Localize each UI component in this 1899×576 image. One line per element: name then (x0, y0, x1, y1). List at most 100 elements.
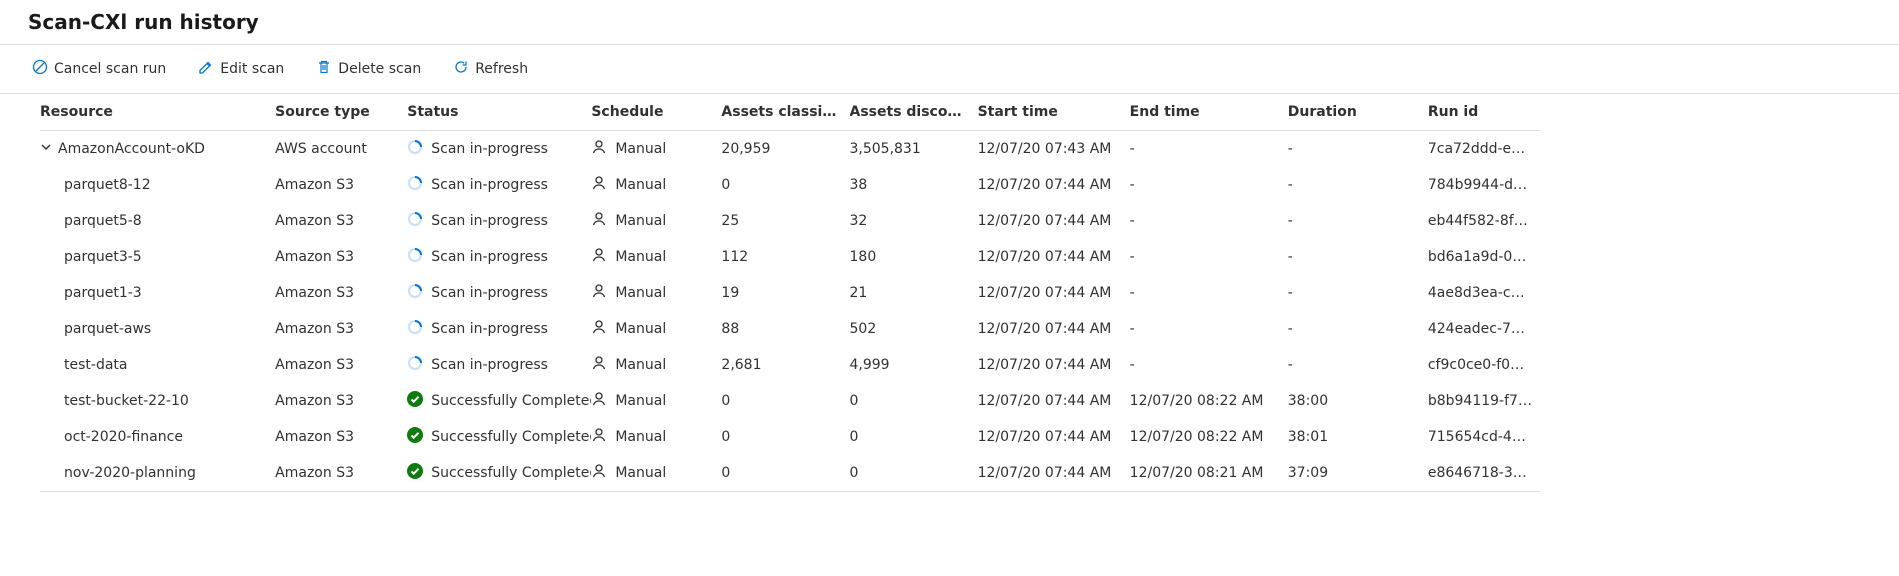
status-label: Successfully Completed (431, 465, 591, 481)
assets-discovered: 0 (850, 383, 978, 419)
table-row[interactable]: parquet1-3Amazon S3Scan in-progressManua… (40, 275, 1540, 311)
table-row[interactable]: parquet-awsAmazon S3Scan in-progressManu… (40, 311, 1540, 347)
person-icon (591, 463, 607, 483)
assets-classified: 20,959 (721, 131, 849, 168)
duration: 38:01 (1288, 419, 1428, 455)
person-icon (591, 427, 607, 447)
duration: - (1288, 131, 1428, 168)
person-icon (591, 319, 607, 339)
start-time: 12/07/20 07:44 AM (978, 275, 1130, 311)
end-time: - (1130, 239, 1288, 275)
source-type: Amazon S3 (275, 167, 407, 203)
duration: - (1288, 275, 1428, 311)
edit-scan-button[interactable]: Edit scan (194, 55, 288, 83)
assets-classified: 112 (721, 239, 849, 275)
run-id: cf9c0ce0-f051-4d6 (1428, 347, 1540, 383)
start-time: 12/07/20 07:44 AM (978, 239, 1130, 275)
source-type: AWS account (275, 131, 407, 168)
assets-discovered: 32 (850, 203, 978, 239)
end-time: 12/07/20 08:21 AM (1130, 455, 1288, 492)
delete-icon (316, 59, 332, 79)
col-header-resource[interactable]: Resource (40, 94, 275, 131)
end-time: - (1130, 203, 1288, 239)
spinner-icon (407, 175, 423, 195)
table-row[interactable]: oct-2020-financeAmazon S3Successfully Co… (40, 419, 1540, 455)
end-time: - (1130, 311, 1288, 347)
resource-name: test-bucket-22-10 (64, 393, 189, 409)
schedule-label: Manual (615, 177, 666, 193)
duration: - (1288, 347, 1428, 383)
status-label: Scan in-progress (431, 213, 548, 229)
duration: - (1288, 239, 1428, 275)
start-time: 12/07/20 07:44 AM (978, 383, 1130, 419)
assets-classified: 19 (721, 275, 849, 311)
source-type: Amazon S3 (275, 311, 407, 347)
col-header-classified[interactable]: Assets classified (721, 94, 849, 131)
resource-name: parquet1-3 (64, 285, 142, 301)
start-time: 12/07/20 07:44 AM (978, 347, 1130, 383)
assets-classified: 0 (721, 419, 849, 455)
table-row[interactable]: test-bucket-22-10Amazon S3Successfully C… (40, 383, 1540, 419)
person-icon (591, 211, 607, 231)
edit-icon (198, 59, 214, 79)
end-time: - (1130, 275, 1288, 311)
source-type: Amazon S3 (275, 347, 407, 383)
col-header-runid[interactable]: Run id (1428, 94, 1540, 131)
resource-name: parquet8-12 (64, 177, 151, 193)
status-label: Successfully Completed (431, 429, 591, 445)
run-id: 715654cd-4b4a-43 (1428, 419, 1540, 455)
chevron-down-icon[interactable] (40, 141, 52, 157)
assets-classified: 0 (721, 383, 849, 419)
assets-discovered: 180 (850, 239, 978, 275)
assets-discovered: 0 (850, 419, 978, 455)
schedule-label: Manual (615, 393, 666, 409)
delete-scan-label: Delete scan (338, 61, 421, 77)
duration: 38:00 (1288, 383, 1428, 419)
col-header-source[interactable]: Source type (275, 94, 407, 131)
col-header-status[interactable]: Status (407, 94, 591, 131)
source-type: Amazon S3 (275, 275, 407, 311)
col-header-start[interactable]: Start time (978, 94, 1130, 131)
col-header-schedule[interactable]: Schedule (591, 94, 721, 131)
table-row[interactable]: parquet5-8Amazon S3Scan in-progressManua… (40, 203, 1540, 239)
start-time: 12/07/20 07:44 AM (978, 203, 1130, 239)
assets-discovered: 0 (850, 455, 978, 492)
table-row[interactable]: parquet3-5Amazon S3Scan in-progressManua… (40, 239, 1540, 275)
end-time: 12/07/20 08:22 AM (1130, 419, 1288, 455)
run-id: 4ae8d3ea-ca67-41 (1428, 275, 1540, 311)
refresh-icon (453, 59, 469, 79)
cancel-icon (32, 59, 48, 79)
run-id: eb44f582-8f81-44a (1428, 203, 1540, 239)
spinner-icon (407, 247, 423, 267)
person-icon (591, 139, 607, 159)
cancel-scan-button[interactable]: Cancel scan run (28, 55, 170, 83)
schedule-label: Manual (615, 249, 666, 265)
run-id: bd6a1a9d-054e-44 (1428, 239, 1540, 275)
schedule-label: Manual (615, 321, 666, 337)
end-time: 12/07/20 08:22 AM (1130, 383, 1288, 419)
refresh-button[interactable]: Refresh (449, 55, 532, 83)
end-time: - (1130, 167, 1288, 203)
duration: 37:09 (1288, 455, 1428, 492)
start-time: 12/07/20 07:44 AM (978, 455, 1130, 492)
resource-name: parquet-aws (64, 321, 151, 337)
resource-name: parquet3-5 (64, 249, 142, 265)
run-id: 7ca72ddd-eb23-41 (1428, 131, 1540, 168)
start-time: 12/07/20 07:44 AM (978, 311, 1130, 347)
assets-classified: 0 (721, 167, 849, 203)
table-row[interactable]: AmazonAccount-oKDAWS accountScan in-prog… (40, 131, 1540, 168)
assets-classified: 0 (721, 455, 849, 492)
table-row[interactable]: test-dataAmazon S3Scan in-progressManual… (40, 347, 1540, 383)
schedule-label: Manual (615, 465, 666, 481)
table-row[interactable]: nov-2020-planningAmazon S3Successfully C… (40, 455, 1540, 492)
col-header-duration[interactable]: Duration (1288, 94, 1428, 131)
spinner-icon (407, 211, 423, 231)
col-header-discovered[interactable]: Assets discove… (850, 94, 978, 131)
table-row[interactable]: parquet8-12Amazon S3Scan in-progressManu… (40, 167, 1540, 203)
col-header-end[interactable]: End time (1130, 94, 1288, 131)
delete-scan-button[interactable]: Delete scan (312, 55, 425, 83)
check-circle-icon (407, 427, 423, 447)
source-type: Amazon S3 (275, 383, 407, 419)
edit-scan-label: Edit scan (220, 61, 284, 77)
run-id: 424eadec-7c89-4d (1428, 311, 1540, 347)
